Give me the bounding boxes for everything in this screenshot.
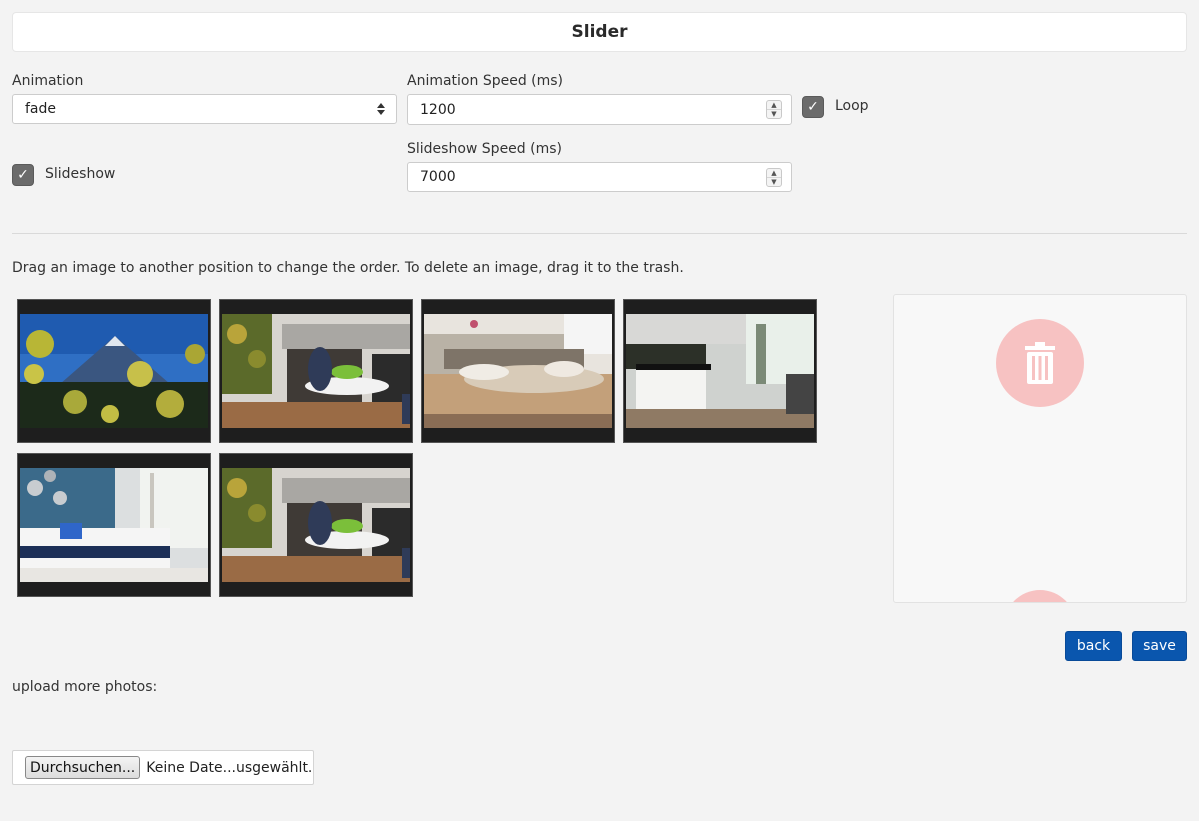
- slideshow-speed-input[interactable]: 7000 ▲ ▼: [407, 162, 792, 192]
- animation-label: Animation: [12, 73, 84, 89]
- file-input[interactable]: Durchsuchen... Keine Date...usgewählt.: [12, 750, 314, 785]
- trash-icon: [996, 319, 1084, 407]
- animation-speed-value: 1200: [420, 101, 456, 118]
- gallery-image[interactable]: [623, 299, 817, 443]
- trash-icon-secondary: [1004, 590, 1076, 602]
- spinner-up-icon[interactable]: ▲: [767, 101, 781, 109]
- image-kitchen-dining: [222, 468, 410, 582]
- image-open-kitchen: [626, 314, 814, 428]
- back-button[interactable]: back: [1065, 631, 1122, 661]
- divider: [12, 233, 1187, 234]
- page-title: Slider: [12, 12, 1187, 52]
- upload-label: upload more photos:: [12, 679, 158, 695]
- animation-select[interactable]: fade: [12, 94, 397, 124]
- spinner-down-icon[interactable]: ▼: [767, 177, 781, 186]
- trash-drop-zone[interactable]: [893, 294, 1187, 603]
- spinner-up-icon[interactable]: ▲: [767, 169, 781, 177]
- gallery-image[interactable]: [17, 453, 211, 597]
- image-kitchen-dining: [222, 314, 410, 428]
- spinner-down-icon[interactable]: ▼: [767, 109, 781, 118]
- image-hotel-bedroom: [20, 468, 208, 582]
- gallery-image[interactable]: [219, 299, 413, 443]
- slideshow-label: Slideshow: [45, 166, 116, 182]
- gallery-instructions: Drag an image to another position to cha…: [12, 260, 684, 276]
- animation-speed-label: Animation Speed (ms): [407, 73, 564, 89]
- slideshow-checkbox[interactable]: ✓: [12, 164, 34, 186]
- save-button[interactable]: save: [1132, 631, 1187, 661]
- loop-label: Loop: [835, 98, 869, 114]
- slideshow-speed-spinner[interactable]: ▲ ▼: [766, 168, 782, 187]
- gallery-image[interactable]: [17, 299, 211, 443]
- slideshow-speed-value: 7000: [420, 169, 456, 185]
- slideshow-speed-label: Slideshow Speed (ms): [407, 141, 562, 157]
- check-icon: ✓: [17, 167, 29, 183]
- loop-checkbox[interactable]: ✓: [802, 96, 824, 118]
- gallery-image[interactable]: [421, 299, 615, 443]
- check-icon: ✓: [807, 99, 819, 115]
- select-arrows-icon: [376, 102, 385, 116]
- animation-speed-input[interactable]: 1200 ▲ ▼: [407, 94, 792, 125]
- image-mountain-landscape: [20, 314, 208, 428]
- image-bedroom: [424, 314, 612, 428]
- browse-button[interactable]: Durchsuchen...: [25, 756, 141, 779]
- animation-select-value: fade: [25, 101, 57, 117]
- file-status: Keine Date...usgewählt.: [146, 759, 313, 776]
- animation-speed-spinner[interactable]: ▲ ▼: [766, 100, 782, 119]
- gallery-image[interactable]: [219, 453, 413, 597]
